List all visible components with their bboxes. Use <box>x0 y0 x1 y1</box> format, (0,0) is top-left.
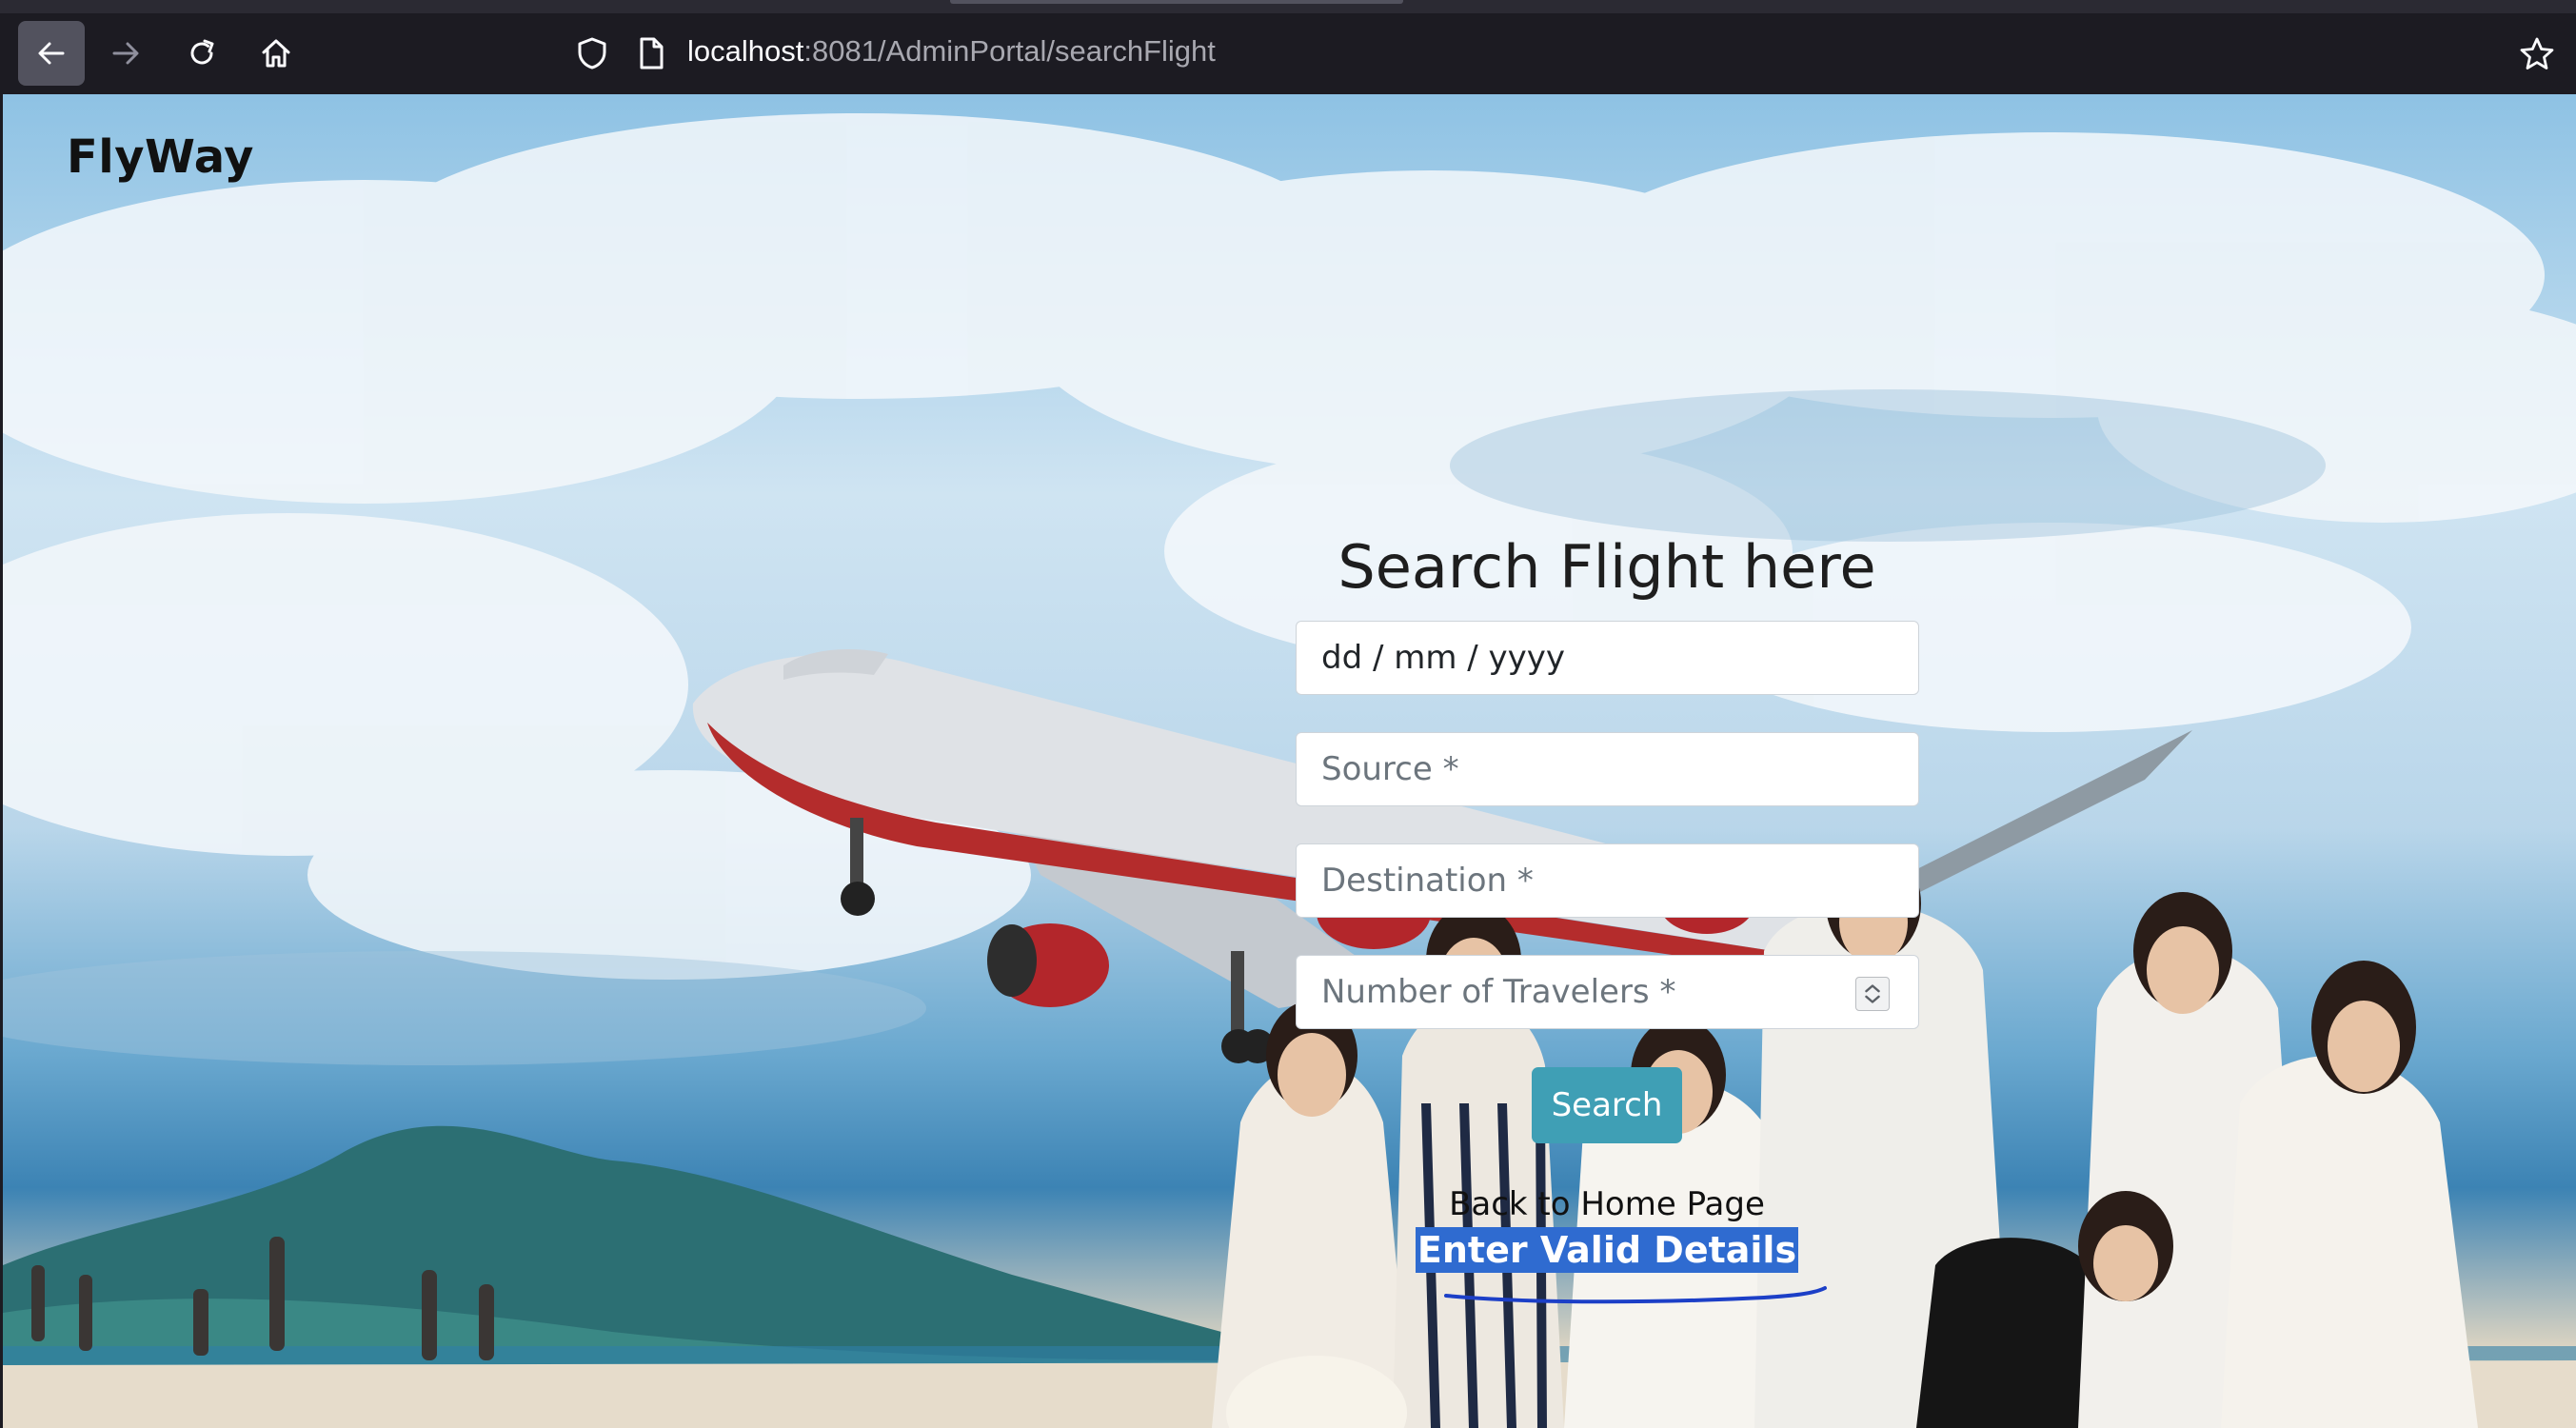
url-path: :8081/AdminPortal/searchFlight <box>803 34 1216 68</box>
form-title: Search Flight here <box>1338 532 1876 602</box>
error-message: Enter Valid Details <box>1415 1227 1799 1273</box>
background-photo <box>3 113 2576 1428</box>
destination-input[interactable] <box>1296 843 1919 918</box>
source-input[interactable] <box>1296 732 1919 806</box>
travelers-input[interactable]: Number of Travelers * <box>1296 955 1919 1029</box>
active-tab-indicator <box>950 0 1403 4</box>
brand-logo[interactable]: FlyWay <box>67 130 254 184</box>
back-to-home-link[interactable]: Back to Home Page <box>1298 1185 1916 1223</box>
address-bar[interactable]: localhost:8081/AdminPortal/searchFlight <box>560 21 2576 86</box>
number-spinner-icon[interactable] <box>1855 977 1890 1011</box>
annotation-underline <box>1444 1286 1827 1304</box>
search-button[interactable]: Search <box>1532 1067 1682 1143</box>
error-message-container: Enter Valid Details <box>1298 1227 1916 1273</box>
date-input[interactable]: dd / mm / yyyy <box>1296 621 1919 695</box>
url-text[interactable]: localhost:8081/AdminPortal/searchFlight <box>687 34 1216 69</box>
reload-icon <box>190 39 214 65</box>
page-viewport: FlyWay Search Flight here dd / mm / yyyy… <box>3 94 2576 1428</box>
home-icon <box>262 39 290 68</box>
home-button[interactable] <box>243 21 309 86</box>
browser-toolbar: localhost:8081/AdminPortal/searchFlight <box>0 0 2576 94</box>
back-arrow-icon <box>38 42 65 65</box>
bookmark-star-icon[interactable] <box>2519 36 2555 72</box>
reload-button[interactable] <box>168 21 235 86</box>
travelers-input-placeholder: Number of Travelers * <box>1321 973 1676 1011</box>
back-button[interactable] <box>18 21 85 86</box>
shield-icon[interactable] <box>575 36 609 70</box>
forward-button[interactable] <box>92 21 159 86</box>
forward-arrow-icon <box>112 42 139 65</box>
url-host: localhost <box>687 34 804 68</box>
page-icon[interactable] <box>634 36 668 70</box>
date-input-value: dd / mm / yyyy <box>1321 639 1566 677</box>
